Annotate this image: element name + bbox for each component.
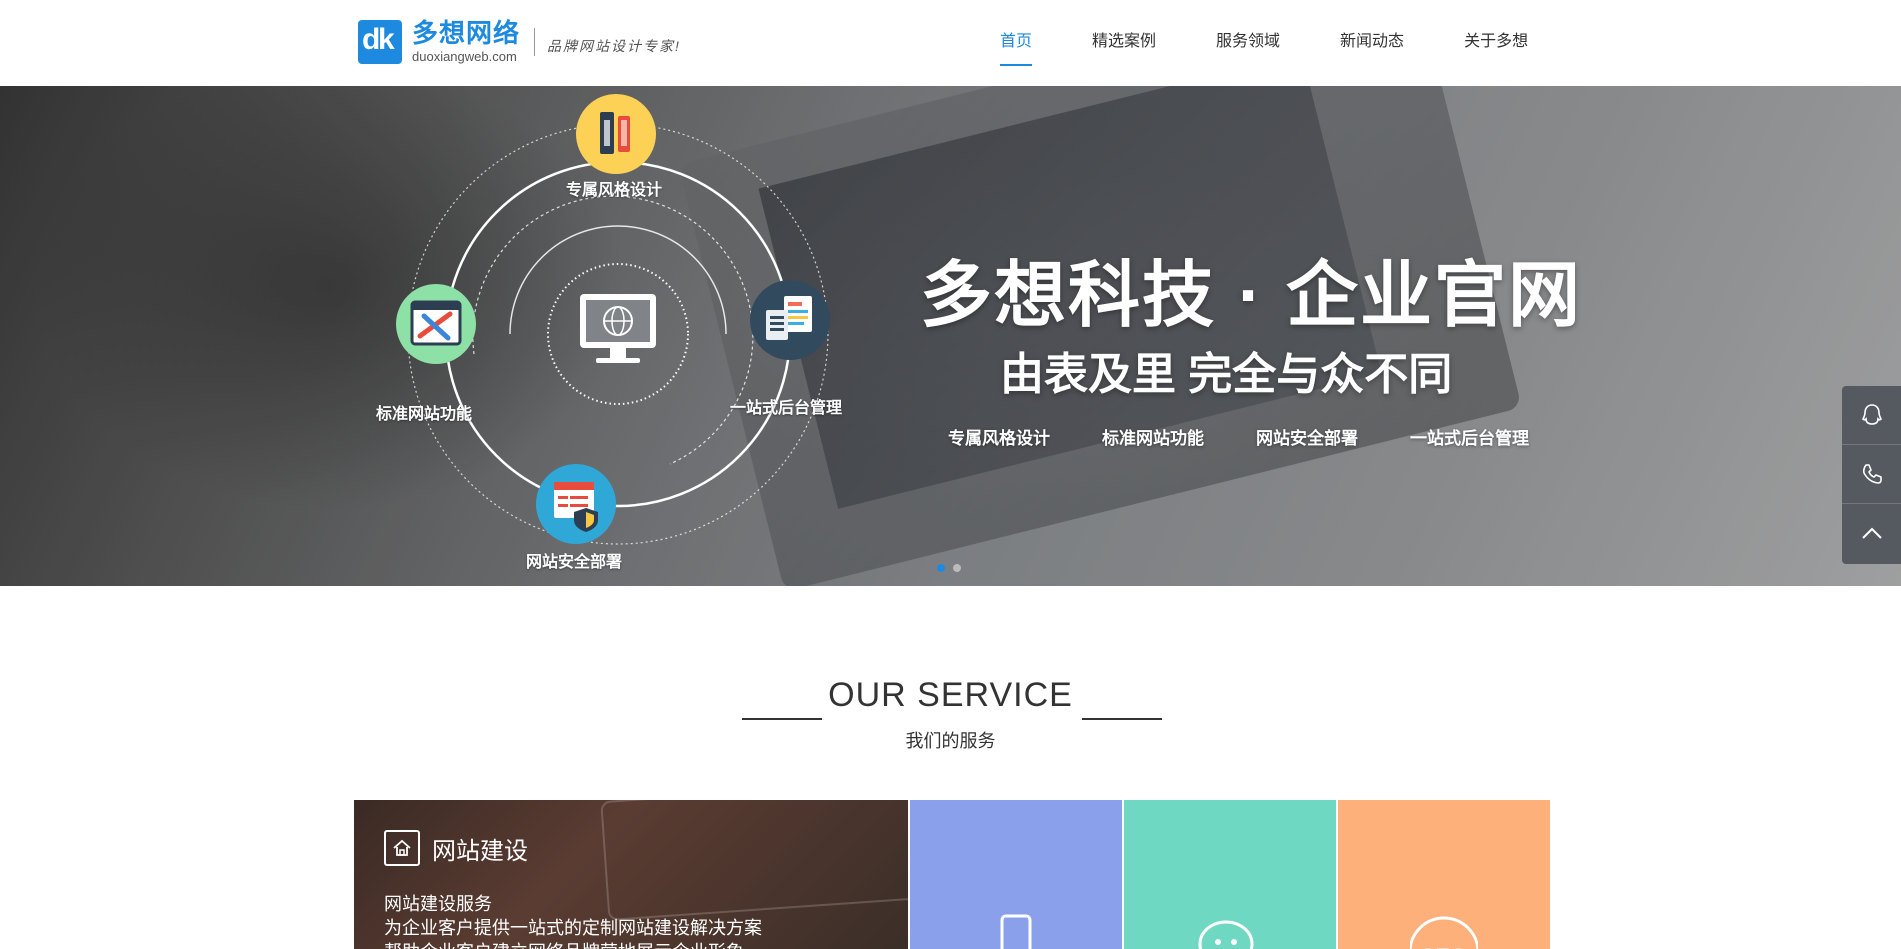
banner-tag: 网站安全部署: [1256, 429, 1358, 448]
logo-url: duoxiangweb.com: [412, 49, 517, 64]
back-to-top-icon: [1861, 527, 1882, 539]
site-logo[interactable]: dk 多想网络 duoxiangweb.com 品牌网站设计专家!: [358, 19, 681, 65]
nav-about[interactable]: 关于多想: [1434, 0, 1558, 86]
svg-text:SEO: SEO: [1421, 944, 1467, 949]
logo-slogan: 品牌网站设计专家!: [547, 38, 681, 54]
back-to-top-button[interactable]: [1842, 504, 1901, 563]
tools-node-label: 标准网站功能: [376, 406, 473, 423]
nav-home[interactable]: 首页: [970, 0, 1062, 86]
nav-cases[interactable]: 精选案例: [1062, 0, 1186, 86]
service-card-line: 帮助企业客户建立网络品牌营地展示企业形象: [384, 940, 762, 949]
logo-mark-icon: dk: [358, 20, 402, 64]
logo-divider: [534, 28, 536, 56]
nav-news[interactable]: 新闻动态: [1310, 0, 1434, 86]
banner-title: 多想科技 · 企业官网: [920, 256, 1582, 336]
banner-tag: 一站式后台管理: [1410, 429, 1529, 448]
service-card-website[interactable]: 网站建设 网站建设服务 为企业客户提供一站式的定制网站建设解决方案 帮助企业客户…: [354, 800, 908, 949]
banner-tags: 专属风格设计 标准网站功能 网站安全部署 一站式后台管理: [948, 424, 1564, 449]
wechat-icon: [1198, 920, 1254, 949]
service-section-header: OUR SERVICE 我们的服务: [0, 676, 1901, 753]
service-subtitle: 我们的服务: [905, 731, 996, 751]
phone-button[interactable]: [1842, 445, 1901, 504]
security-node-label: 网站安全部署: [526, 554, 623, 571]
tools-node-icon: [396, 284, 476, 364]
qq-icon: [1861, 404, 1882, 425]
title-line-right: [1082, 718, 1162, 720]
service-card-seo[interactable]: SEO: [1338, 800, 1550, 949]
security-node-icon: [536, 464, 616, 544]
design-node-icon: [576, 94, 656, 174]
nav-services[interactable]: 服务领域: [1186, 0, 1310, 86]
service-cards: 网站建设 网站建设服务 为企业客户提供一站式的定制网站建设解决方案 帮助企业客户…: [354, 800, 1552, 949]
banner-subtitle: 由表及里 完全与众不同: [1000, 350, 1453, 399]
title-line-left: [742, 718, 822, 720]
slider-pagination: [937, 564, 961, 572]
logo-text: 多想网络 duoxiangweb.com: [412, 19, 520, 65]
hero-banner[interactable]: 专属风格设计 标准网站功能 一站式后台管理 网站安全部署 多想科技 · 企业官网…: [0, 86, 1901, 586]
admin-node-icon: [750, 280, 830, 360]
card-header: 网站建设: [384, 830, 528, 866]
banner-tag: 专属风格设计: [948, 429, 1050, 448]
design-node-label: 专属风格设计: [566, 182, 663, 199]
monitor-globe-icon: [580, 294, 656, 363]
service-card-mobile[interactable]: [910, 800, 1122, 949]
admin-node-label: 一站式后台管理: [730, 400, 843, 417]
mobile-icon: [1000, 914, 1032, 949]
service-title: OUR SERVICE: [828, 676, 1073, 714]
site-header: dk 多想网络 duoxiangweb.com 品牌网站设计专家! 首页 精选案…: [0, 0, 1901, 86]
logo-name: 多想网络: [412, 18, 521, 48]
service-card-line: 网站建设服务: [384, 894, 492, 914]
service-card-line: 为企业客户提供一站式的定制网站建设解决方案: [384, 918, 762, 938]
seo-icon: SEO: [1410, 916, 1478, 949]
phone-icon: [1862, 464, 1882, 484]
slider-dot-2[interactable]: [953, 564, 961, 572]
side-toolbar: [1842, 386, 1901, 564]
service-card-title: 网站建设: [432, 837, 528, 865]
main-nav: 首页 精选案例 服务领域 新闻动态 关于多想: [970, 0, 1558, 86]
feature-orbit-diagram: 专属风格设计 标准网站功能 一站式后台管理 网站安全部署: [370, 94, 850, 574]
service-card-wechat[interactable]: [1124, 800, 1336, 949]
banner-tag: 标准网站功能: [1102, 429, 1204, 448]
service-card-description: 网站建设服务 为企业客户提供一站式的定制网站建设解决方案 帮助企业客户建立网络品…: [384, 892, 762, 949]
qq-button[interactable]: [1842, 386, 1901, 445]
slider-dot-1[interactable]: [937, 564, 945, 572]
home-icon: [384, 830, 420, 866]
